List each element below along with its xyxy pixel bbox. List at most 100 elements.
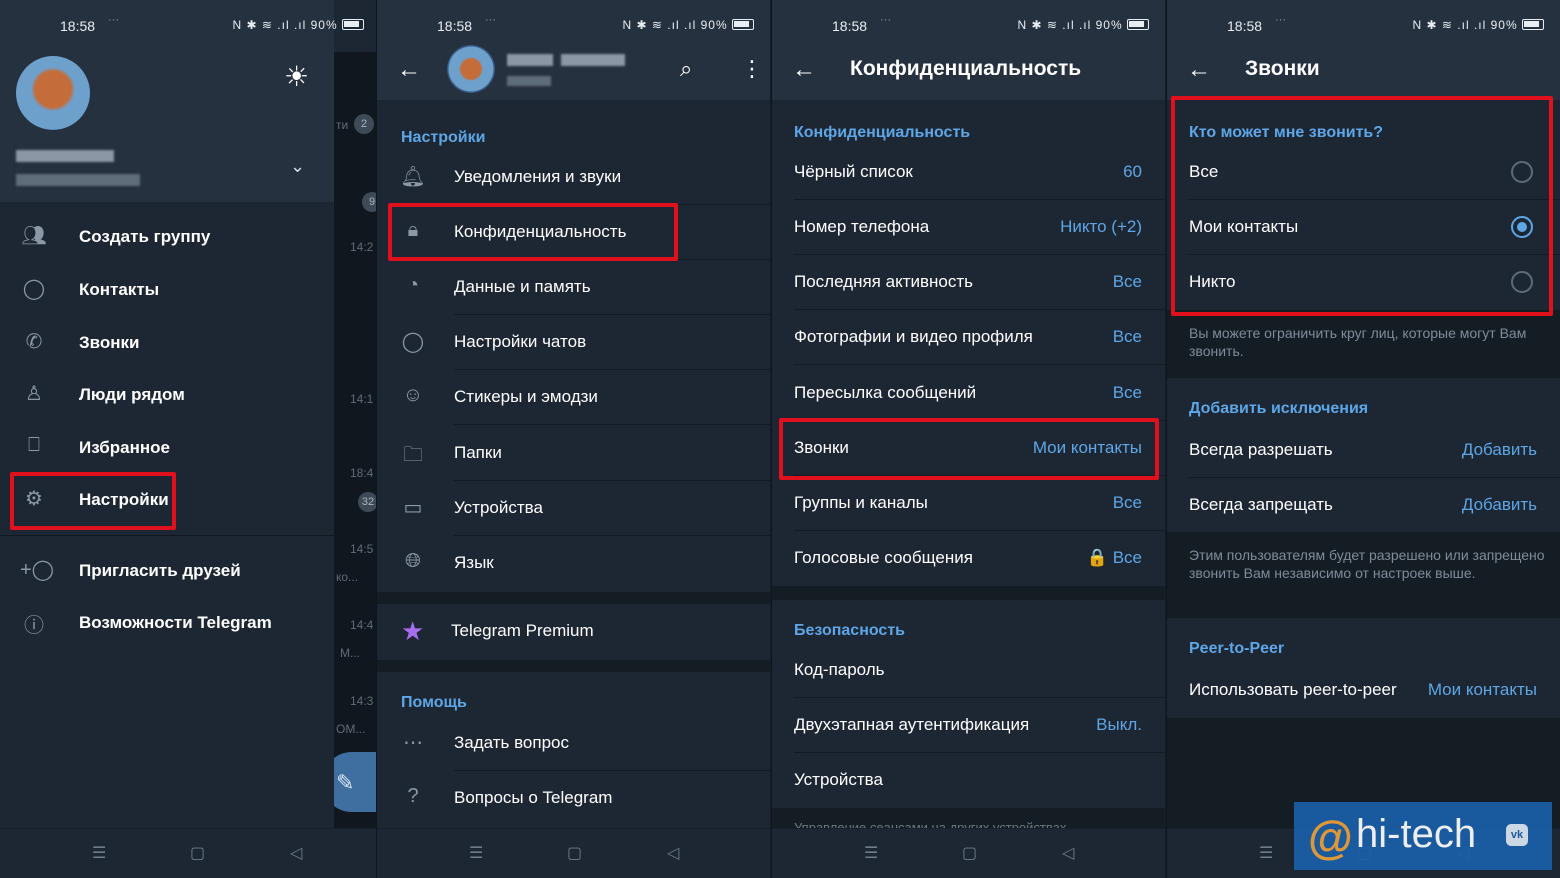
settings-item-ask[interactable]: ⋯ Задать вопрос — [377, 716, 770, 771]
add-link[interactable]: Добавить — [1462, 440, 1537, 460]
privacy-item-photos[interactable]: Фотографии и видео профиля Все — [772, 310, 1165, 365]
people-icon: 👥︎ — [21, 225, 47, 247]
p2p-label: Использовать peer-to-peer — [1189, 680, 1397, 699]
status-network-icons: N ✱ ≋ .ıl .ıl — [232, 18, 307, 32]
status-bar: 18:58 ··· N ✱ ≋ .ıl .ıl 90% — [377, 0, 770, 52]
privacy-item-last-seen[interactable]: Последняя активность Все — [772, 255, 1165, 310]
home-nav-icon[interactable]: ▢ — [567, 843, 582, 863]
status-time: 18:58 — [437, 18, 473, 34]
security-item-label: Двухэтапная аутентификация — [794, 715, 1030, 734]
settings-item-label: Telegram Premium — [451, 621, 594, 640]
privacy-item-groups[interactable]: Группы и каналы Все — [772, 476, 1165, 531]
avatar[interactable] — [447, 45, 495, 93]
privacy-item-blocked[interactable]: Чёрный список 60 — [772, 145, 1165, 200]
drawer-item-label: Возможности Telegram — [79, 613, 272, 632]
privacy-item-label: Чёрный список — [794, 162, 913, 181]
highlight-box — [1171, 96, 1553, 316]
chevron-down-icon[interactable]: ⌄ — [290, 156, 305, 177]
add-link[interactable]: Добавить — [1462, 495, 1537, 515]
section-gap — [772, 586, 1165, 600]
system-nav-bar: ☰ ▢ ◁ — [0, 828, 376, 878]
drawer-item-label: Люди рядом — [79, 385, 185, 404]
settings-item-chats[interactable]: ◯ Настройки чатов — [377, 315, 770, 370]
more-vert-icon[interactable]: ⋮ — [741, 56, 763, 82]
privacy-item-value: 60 — [1123, 162, 1142, 181]
security-item-devices[interactable]: Устройства — [772, 753, 1165, 808]
theme-toggle-icon[interactable]: ☀ — [284, 60, 309, 93]
settings-item-premium[interactable]: ★ Telegram Premium — [377, 604, 770, 660]
drawer-item-nearby[interactable]: ♙ Люди рядом — [0, 369, 334, 421]
privacy-item-value: Все — [1112, 272, 1142, 291]
back-nav-icon[interactable]: ◁ — [290, 843, 302, 863]
status-network-icons: N ✱ ≋ .ıl .ıl — [622, 18, 697, 32]
settings-item-faq[interactable]: ? Вопросы о Telegram — [377, 771, 770, 826]
add-person-icon: +◯ — [20, 559, 55, 581]
divider — [794, 364, 1165, 365]
status-icons: N ✱ ≋ .ıl .ıl 90% — [622, 18, 754, 32]
privacy-item-voice[interactable]: Голосовые сообщения 🔒 Все — [772, 531, 1165, 586]
status-dots: ··· — [108, 14, 119, 26]
drawer-item-contacts[interactable]: ◯ Контакты — [0, 264, 334, 316]
privacy-item-value: 🔒 Все — [1086, 548, 1142, 567]
back-nav-icon[interactable]: ◁ — [667, 843, 679, 863]
back-arrow-icon[interactable]: ← — [792, 56, 816, 84]
avatar[interactable] — [16, 56, 90, 130]
battery-percent: 90% — [700, 18, 728, 32]
chat-dots-icon: ⋯ — [403, 732, 423, 754]
highlight-box — [779, 418, 1159, 480]
section-title: Настройки — [401, 129, 486, 146]
menu-nav-icon[interactable]: ☰ — [92, 843, 106, 863]
back-nav-icon[interactable]: ◁ — [1062, 843, 1074, 863]
privacy-item-label: Номер телефона — [794, 217, 930, 236]
privacy-item-label: Пересылка сообщений — [794, 383, 977, 402]
privacy-item-forwards[interactable]: Пересылка сообщений Все — [772, 366, 1165, 421]
highlight-box — [10, 472, 176, 530]
home-nav-icon[interactable]: ▢ — [962, 843, 977, 863]
exception-never-allow[interactable]: Всегда запрещать Добавить — [1167, 478, 1560, 533]
section-title: Peer-to-Peer — [1189, 640, 1285, 657]
home-nav-icon[interactable]: ▢ — [190, 843, 205, 863]
p2p-value: Мои контакты — [1427, 680, 1537, 699]
search-icon[interactable]: ⌕ — [680, 56, 692, 82]
security-item-2fa[interactable]: Двухэтапная аутентификация Выкл. — [772, 698, 1165, 753]
pencil-icon: ✎ — [336, 770, 355, 795]
strip-time: 14:1 — [350, 392, 374, 406]
security-item-value: Выкл. — [1096, 715, 1142, 734]
person-icon: ◯ — [22, 278, 46, 300]
drawer-item-create-group[interactable]: 👥︎ Создать группу — [0, 211, 334, 263]
drawer-item-saved[interactable]: ⎕ Избранное — [0, 422, 334, 474]
bookmark-icon: ⎕ — [28, 434, 40, 456]
strip-time: 18:4 — [350, 466, 374, 480]
status-bar: 18:58 ··· N ✱ ≋ .ıl .ıl 90% — [772, 0, 1165, 52]
settings-item-data[interactable]: ◔ Данные и память — [377, 260, 770, 315]
vk-logo-icon: vk — [1506, 824, 1528, 846]
menu-nav-icon[interactable]: ☰ — [469, 843, 483, 863]
privacy-item-value: Все — [1112, 327, 1142, 346]
status-dots: ··· — [485, 14, 496, 26]
back-arrow-icon[interactable]: ← — [397, 56, 421, 84]
settings-item-notifications[interactable]: 🔔︎ Уведомления и звуки — [377, 150, 770, 205]
menu-nav-icon[interactable]: ☰ — [1259, 843, 1273, 863]
menu-nav-icon[interactable]: ☰ — [864, 843, 878, 863]
security-item-passcode[interactable]: Код-пароль — [772, 643, 1165, 698]
blurred-name — [561, 54, 625, 66]
settings-item-stickers[interactable]: ☺ Стикеры и эмодзи — [377, 370, 770, 425]
strip-time: 14:2 — [350, 240, 374, 254]
exception-always-allow[interactable]: Всегда разрешать Добавить — [1167, 423, 1560, 478]
back-arrow-icon[interactable]: ← — [1187, 56, 1211, 84]
privacy-item-phone[interactable]: Номер телефона Никто (+2) — [772, 200, 1165, 255]
privacy-item-value: Все — [1112, 493, 1142, 512]
hint-text: Вы можете ограничить круг лиц, которые м… — [1189, 325, 1527, 359]
drawer-item-calls[interactable]: ✆ Звонки — [0, 317, 334, 369]
drawer-item-features[interactable]: ⓘ Возможности Telegram — [0, 597, 334, 649]
globe-icon: 🌐︎ — [405, 550, 421, 572]
strip-time: 14:5 — [350, 542, 374, 556]
p2p-setting[interactable]: Использовать peer-to-peer Мои контакты — [1167, 663, 1560, 718]
settings-item-language[interactable]: 🌐︎ Язык — [377, 536, 770, 591]
settings-item-label: Папки — [454, 443, 502, 462]
pie-icon: ◔ — [406, 274, 420, 296]
settings-item-devices[interactable]: ▭ Устройства — [377, 481, 770, 536]
unread-badge: 9 — [362, 192, 376, 212]
settings-item-folders[interactable]: 🗀 Папки — [377, 426, 770, 481]
drawer-item-invite[interactable]: +◯ Пригласить друзей — [0, 545, 334, 597]
